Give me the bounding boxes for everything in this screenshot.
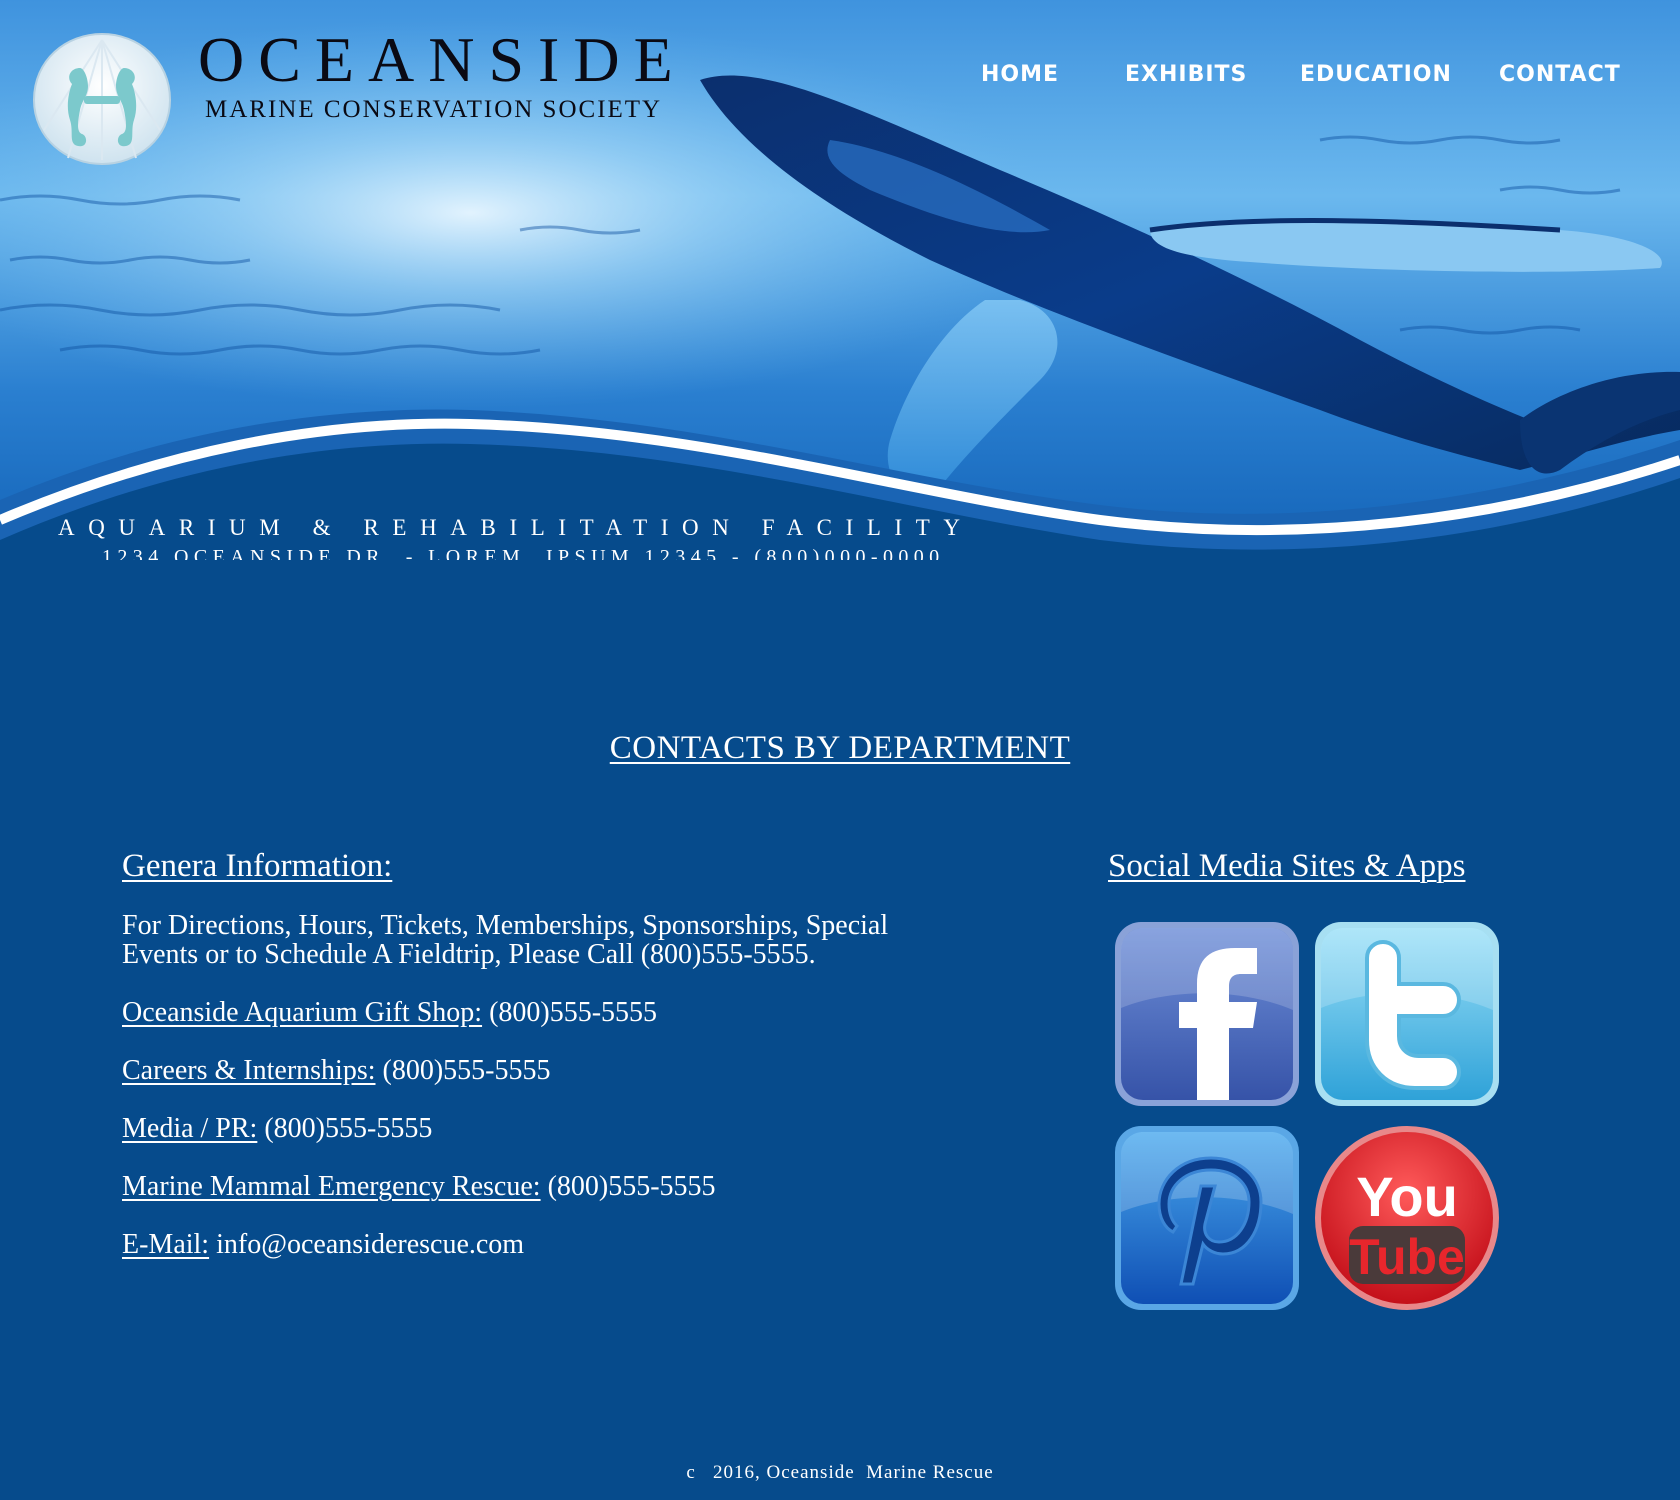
seahorse-shell-icon[interactable]: [28, 30, 176, 168]
nav-contact[interactable]: CONTACT: [1499, 62, 1621, 87]
media-pr-phone: (800)555-5555: [257, 1113, 433, 1144]
careers-link[interactable]: Careers & Internships:: [122, 1055, 376, 1086]
directions-text: For Directions, Hours, Tickets, Membersh…: [122, 910, 889, 970]
youtube-tube-text: Tube: [1349, 1229, 1465, 1285]
hero-banner: OCEANSIDE MARINE CONSERVATION SOCIETY HO…: [0, 0, 1680, 560]
media-pr-link[interactable]: Media / PR:: [122, 1113, 257, 1144]
contact-row-rescue: Marine Mammal Emergency Rescue: (800)555…: [122, 1172, 902, 1201]
contact-row-careers: Careers & Internships: (800)555-5555: [122, 1056, 902, 1085]
general-info-panel: Genera Information: For Directions, Hour…: [122, 848, 902, 1259]
contact-row-media: Media / PR: (800)555-5555: [122, 1114, 902, 1143]
emergency-rescue-phone: (800)555-5555: [540, 1171, 716, 1202]
contacts-heading: CONTACTS BY DEPARTMENT: [609, 730, 1071, 766]
main-nav: HOME EXHIBITS EDUCATION CONTACT: [0, 62, 1680, 94]
gift-shop-phone: (800)555-5555: [482, 997, 658, 1028]
emergency-rescue-link[interactable]: Marine Mammal Emergency Rescue:: [122, 1171, 541, 1202]
general-info-heading: Genera Information:: [122, 848, 393, 884]
careers-phone: (800)555-5555: [375, 1055, 551, 1086]
youtube-icon[interactable]: You Tube: [1311, 1122, 1503, 1314]
brand-subtitle: MARINE CONSERVATION SOCIETY: [205, 96, 663, 123]
contact-row-gift-shop: Oceanside Aquarium Gift Shop: (800)555-5…: [122, 998, 902, 1027]
contact-row-email: E-Mail: info@oceansiderescue.com: [122, 1230, 902, 1259]
email-link[interactable]: E-Mail:: [122, 1229, 209, 1260]
pinterest-icon[interactable]: [1111, 1122, 1303, 1314]
twitter-icon[interactable]: [1311, 918, 1503, 1110]
social-media-panel: Social Media Sites & Apps: [1108, 848, 1528, 885]
nav-exhibits[interactable]: EXHIBITS: [1125, 62, 1247, 87]
footer-copyright: c 2016, Oceanside Marine Rescue: [686, 1462, 994, 1483]
social-heading: Social Media Sites & Apps: [1108, 848, 1466, 884]
nav-home[interactable]: HOME: [981, 62, 1059, 87]
facility-address: 1234 OCEANSIDE DR. - LOREM, IPSUM 12345 …: [102, 546, 945, 560]
email-address: info@oceansiderescue.com: [209, 1229, 525, 1260]
facility-tagline: AQUARIUM & REHABILITATION FACILITY: [58, 515, 974, 540]
nav-education[interactable]: EDUCATION: [1300, 62, 1452, 87]
facebook-icon[interactable]: [1111, 918, 1303, 1110]
youtube-you-text: You: [1356, 1165, 1458, 1228]
section-title: CONTACTS BY DEPARTMENT: [0, 730, 1680, 767]
gift-shop-link[interactable]: Oceanside Aquarium Gift Shop:: [122, 997, 482, 1028]
